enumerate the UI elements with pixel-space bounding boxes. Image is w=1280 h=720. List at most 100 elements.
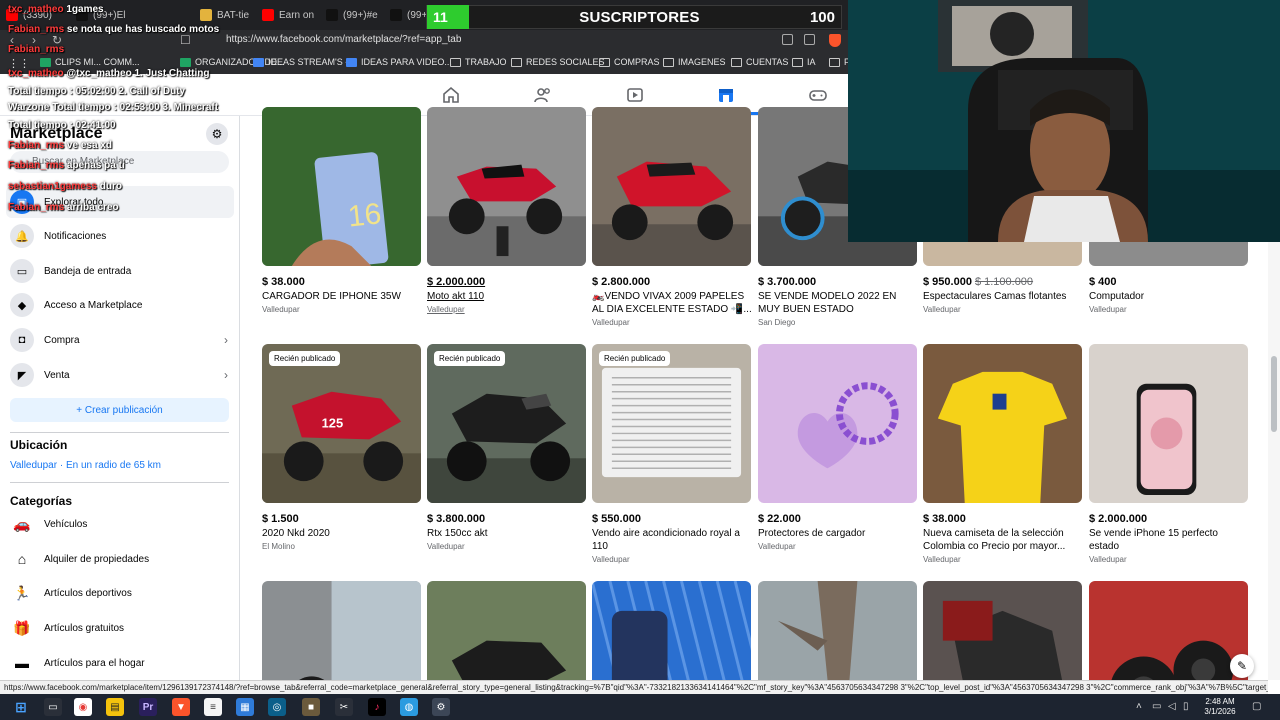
bookmark-item[interactable]: IMAGENES bbox=[663, 57, 726, 67]
bookmark-icon[interactable]: ☐ bbox=[180, 33, 191, 47]
listing-photo[interactable] bbox=[758, 344, 917, 503]
listing-card[interactable]: $ 38.000 Nueva camiseta de la selección C… bbox=[923, 344, 1083, 564]
docs-icon[interactable]: ▦ bbox=[236, 698, 254, 716]
listing-title[interactable]: Vendo aire acondicionado royal a 110 bbox=[592, 527, 752, 553]
listing-title[interactable]: Nueva camiseta de la selección Colombia … bbox=[923, 527, 1083, 553]
listing-photo[interactable] bbox=[592, 107, 751, 266]
bookmark-item[interactable]: TRABAJO bbox=[450, 57, 507, 67]
bookmark-item[interactable]: CUENTAS bbox=[731, 57, 788, 67]
listing-title[interactable]: Moto akt 110 bbox=[427, 290, 587, 303]
category-item[interactable]: 🚗 Vehículos bbox=[6, 508, 234, 540]
clock[interactable]: 2:48 AM 3/1/2026 bbox=[1200, 697, 1240, 717]
listing-photo[interactable]: 125 Recién publicado bbox=[262, 344, 421, 503]
task-view-icon[interactable]: ▭ bbox=[44, 698, 62, 716]
category-item[interactable]: 🎁 Artículos gratuitos bbox=[6, 612, 234, 644]
category-item[interactable]: ▬ Artículos para el hogar bbox=[6, 647, 234, 679]
home-icon[interactable] bbox=[442, 86, 460, 104]
listing-card[interactable]: $ 22.000 Protectores de cargador Valledupa… bbox=[758, 344, 918, 551]
category-item[interactable]: ⌂ Alquiler de propiedades bbox=[6, 543, 234, 575]
premiere-icon[interactable]: Pr bbox=[139, 698, 157, 716]
app-icon[interactable]: ◎ bbox=[268, 698, 286, 716]
listing-title[interactable]: Rtx 150cc akt bbox=[427, 527, 587, 540]
listing-photo[interactable] bbox=[923, 344, 1082, 503]
minecraft-icon[interactable]: ■ bbox=[302, 698, 320, 716]
tab-label: Earn on bbox=[279, 9, 315, 21]
video-icon[interactable] bbox=[626, 86, 644, 104]
browser-tab[interactable]: BAT-tie bbox=[200, 4, 249, 26]
listing-card[interactable]: $ 2.000.000 Moto akt 110 Valledupar bbox=[427, 107, 587, 314]
bookmark-item[interactable]: REDES SOCIALES bbox=[511, 57, 605, 67]
bookmark-label: CLIPS MI... COMM... bbox=[55, 57, 140, 67]
listing-card[interactable]: Recién publicado $ 550.000 Vendo aire acon… bbox=[592, 344, 752, 564]
file-explorer-icon[interactable]: ▤ bbox=[106, 698, 124, 716]
listing-card[interactable]: 125 Recién publicado $ 1.500 2020 Nkd 2020 E… bbox=[262, 344, 422, 551]
listing-card[interactable]: Recién publicado $ 3.800.000 Rtx 150cc akt… bbox=[427, 344, 587, 551]
browser-tab[interactable]: (99+)#e bbox=[326, 4, 378, 26]
tiktok-icon[interactable]: ♪ bbox=[368, 698, 386, 716]
brave-taskbar-icon[interactable]: ▼ bbox=[172, 698, 190, 716]
notifications-icon[interactable]: ▢ bbox=[1252, 701, 1261, 712]
listing-title[interactable]: 🏍️VENDO VIVAX 2009 PAPELES AL DIA EXCELE… bbox=[592, 290, 752, 316]
notepad-icon[interactable]: ≡ bbox=[204, 698, 222, 716]
listing-title[interactable]: Se vende iPhone 15 perfecto estado bbox=[1089, 527, 1249, 553]
bookmark-item[interactable]: IDEAS PARA VIDEO... bbox=[346, 57, 452, 67]
share-icon[interactable] bbox=[804, 34, 815, 45]
location-link[interactable]: Valledupar · En un radio de 65 km bbox=[10, 460, 161, 471]
listing-title[interactable]: CARGADOR DE IPHONE 35W bbox=[262, 290, 422, 303]
sidebar-item-label: Notificaciones bbox=[44, 230, 107, 242]
bookmark-item[interactable]: IDEAS STREAM'S -... bbox=[253, 57, 356, 67]
capcut-icon[interactable]: ✂ bbox=[335, 698, 353, 716]
compose-edit-icon[interactable]: ✎ bbox=[1230, 654, 1254, 678]
sidebar-item[interactable]: ◤ Venta › bbox=[6, 359, 234, 391]
tray-chevron-icon[interactable]: ˄ bbox=[1136, 701, 1142, 712]
bookmark-item[interactable]: F bbox=[829, 57, 850, 67]
svg-text:125: 125 bbox=[322, 415, 344, 430]
url-field[interactable]: https://www.facebook.com/marketplace/?re… bbox=[226, 34, 461, 45]
settings-app-icon[interactable]: ⚙ bbox=[432, 698, 450, 716]
listing-photo[interactable]: 16 bbox=[262, 107, 421, 266]
listing-title[interactable]: Protectores de cargador bbox=[758, 527, 918, 540]
listing-photo[interactable] bbox=[427, 107, 586, 266]
chrome-icon[interactable]: ◉ bbox=[74, 698, 92, 716]
listing-card[interactable]: 16 $ 38.000 CARGADOR DE IPHONE 35W Valledup… bbox=[262, 107, 422, 314]
bookmark-item[interactable]: CLIPS MI... COMM... bbox=[40, 57, 140, 67]
sidebar-item-label: Bandeja de entrada bbox=[44, 265, 132, 277]
gaming-icon[interactable] bbox=[809, 86, 827, 104]
bookmark-label: IMAGENES bbox=[678, 57, 726, 67]
battery-icon[interactable]: ▯ bbox=[1183, 701, 1189, 712]
sidebar-item[interactable]: ◘ Compra › bbox=[6, 324, 234, 356]
volume-icon[interactable]: ◁ bbox=[1168, 701, 1176, 712]
category-item[interactable]: 🏃 Artículos deportivos bbox=[6, 577, 234, 609]
bookmark-item[interactable]: COMPRAS bbox=[599, 57, 660, 67]
new-listing-badge: Recién publicado bbox=[599, 351, 671, 366]
brave-shield-icon[interactable] bbox=[829, 34, 841, 47]
sidebar-item[interactable]: ◆ Acceso a Marketplace bbox=[6, 289, 234, 321]
friends-icon[interactable] bbox=[534, 86, 552, 104]
cast-icon[interactable] bbox=[782, 34, 793, 45]
listing-price-value: $ 2.800.000 bbox=[592, 276, 651, 288]
chat-message: Warzone Total tiempo : 02:53:00 3. Minec… bbox=[8, 102, 218, 113]
listing-photo[interactable]: Recién publicado bbox=[427, 344, 586, 503]
category-label: Artículos para el hogar bbox=[44, 657, 145, 669]
listing-title[interactable]: Computador bbox=[1089, 290, 1249, 303]
marketplace-icon[interactable] bbox=[717, 86, 735, 104]
windows-start-icon[interactable]: ⊞ bbox=[12, 698, 30, 716]
listing-title[interactable]: 2020 Nkd 2020 bbox=[262, 527, 422, 540]
scrollbar-thumb[interactable] bbox=[1271, 356, 1277, 432]
listing-photo[interactable]: Recién publicado bbox=[592, 344, 751, 503]
listing-title[interactable]: Espectaculares Camas flotantes bbox=[923, 290, 1083, 303]
listing-photo[interactable] bbox=[1089, 344, 1248, 503]
bookmark-item[interactable]: IA bbox=[792, 57, 816, 67]
sidebar-item[interactable]: ▭ Bandeja de entrada bbox=[6, 255, 234, 287]
create-listing-button[interactable]: + Crear publicación bbox=[10, 398, 229, 422]
listing-card[interactable]: $ 2.000.000 Se vende iPhone 15 perfecto e… bbox=[1089, 344, 1249, 564]
doc-icon bbox=[346, 57, 357, 67]
listing-card[interactable]: $ 2.800.000 🏍️VENDO VIVAX 2009 PAPELES AL… bbox=[592, 107, 752, 327]
network-icon[interactable]: ▭ bbox=[1152, 701, 1161, 712]
settings-gear-icon[interactable]: ⚙ bbox=[206, 123, 228, 145]
sidebar-item[interactable]: 🔔 Notificaciones bbox=[6, 220, 234, 252]
globe-icon[interactable]: ◍ bbox=[400, 698, 418, 716]
browser-tab[interactable]: Earn on bbox=[262, 4, 314, 26]
listing-title[interactable]: SE VENDE MODELO 2022 EN MUY BUEN ESTADO bbox=[758, 290, 918, 316]
listing-location: Valledupar bbox=[1089, 305, 1127, 314]
